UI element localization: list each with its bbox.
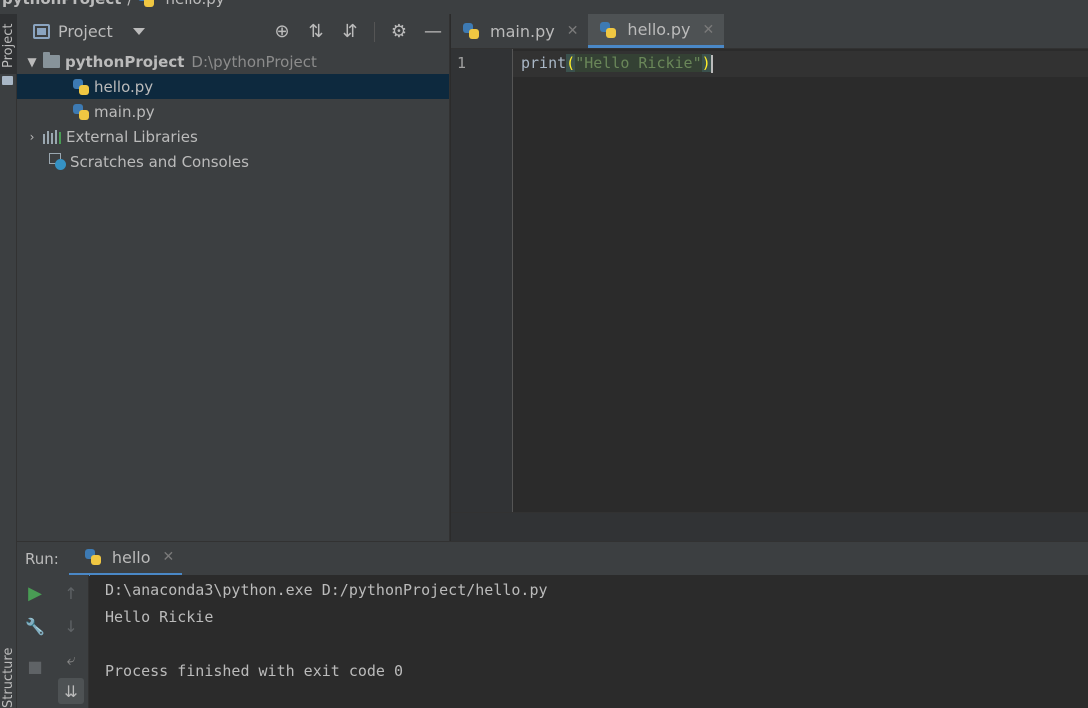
code-function: print xyxy=(521,54,567,72)
python-file-icon xyxy=(600,21,617,38)
project-tree: ▼ pythonProject D:\pythonProject hello.p… xyxy=(17,49,449,174)
tree-item-label: Scratches and Consoles xyxy=(70,152,249,171)
scratches-icon xyxy=(49,153,66,170)
tree-item-external-libraries[interactable]: › External Libraries xyxy=(17,124,449,149)
left-tool-strip: Project Structure xyxy=(0,14,17,708)
project-toolbar: ⊕ ⇅ ⇵ ⚙ — xyxy=(272,14,443,49)
line-gutter: 1 xyxy=(451,49,513,512)
breadcrumb-separator: / xyxy=(127,0,132,8)
rerun-icon[interactable]: ▶ xyxy=(22,580,48,606)
project-window-icon xyxy=(33,24,50,39)
tab-hello-py[interactable]: hello.py ✕ xyxy=(588,14,725,48)
minimize-icon[interactable]: — xyxy=(423,21,443,42)
python-file-icon xyxy=(84,549,101,565)
line-number: 1 xyxy=(457,54,467,72)
breadcrumb-project[interactable]: pythonProject xyxy=(2,0,121,8)
stop-icon[interactable]: ■ xyxy=(22,653,48,679)
python-file-icon xyxy=(73,78,89,95)
soft-wrap-icon[interactable]: ⤶ xyxy=(58,647,84,673)
chevron-right-icon[interactable]: › xyxy=(25,130,39,144)
code-editor[interactable]: 1 print("Hello Rickie") xyxy=(451,49,1088,512)
tree-item-label: External Libraries xyxy=(66,127,198,146)
python-file-icon xyxy=(463,23,479,39)
run-tab-hello[interactable]: hello ✕ xyxy=(68,541,183,576)
close-icon[interactable]: ✕ xyxy=(703,22,715,38)
tree-item-label: main.py xyxy=(94,102,155,121)
folder-icon xyxy=(43,52,60,68)
up-arrow-icon[interactable]: ↑ xyxy=(58,580,84,606)
breadcrumb-file[interactable]: hello.py xyxy=(165,0,224,8)
editor-horizontal-scroll[interactable] xyxy=(451,512,1088,541)
tree-root-pythonproject[interactable]: ▼ pythonProject D:\pythonProject xyxy=(17,49,449,74)
tab-main-py[interactable]: main.py ✕ xyxy=(451,14,588,48)
code-line[interactable]: print("Hello Rickie") xyxy=(521,54,713,73)
expand-all-icon[interactable]: ⇅ xyxy=(306,21,326,42)
navigation-bar: pythonProject / hello.py xyxy=(0,0,1088,14)
run-console[interactable]: D:\anaconda3\python.exe D:/pythonProject… xyxy=(90,575,1088,708)
tool-tab-project-label: Project xyxy=(1,23,16,68)
tree-item-hello-py[interactable]: hello.py xyxy=(17,74,449,99)
run-toolbar: ▶ ↑ 🔧 ↓ ■ ⤶ ⇊ xyxy=(17,575,89,708)
run-label: Run: xyxy=(25,549,59,568)
chevron-down-icon[interactable] xyxy=(132,28,145,35)
project-view-selector[interactable]: Project xyxy=(33,22,145,41)
python-file-icon xyxy=(73,103,89,120)
tab-label: hello.py xyxy=(627,20,691,39)
run-panel-header: Run: hello ✕ xyxy=(17,541,1088,576)
code-string: "Hello Rickie" xyxy=(575,54,702,72)
close-icon[interactable]: ✕ xyxy=(567,23,579,39)
close-icon[interactable]: ✕ xyxy=(163,549,175,565)
tree-root-path: D:\pythonProject xyxy=(191,52,317,71)
wrench-icon[interactable]: 🔧 xyxy=(22,613,48,639)
chevron-down-icon[interactable]: ▼ xyxy=(25,55,39,69)
tree-item-main-py[interactable]: main.py xyxy=(17,99,449,124)
tree-item-scratches[interactable]: Scratches and Consoles xyxy=(17,149,449,174)
down-arrow-icon[interactable]: ↓ xyxy=(58,613,84,639)
folder-icon xyxy=(2,76,13,85)
collapse-all-icon[interactable]: ⇵ xyxy=(340,21,360,42)
tree-item-label: hello.py xyxy=(94,77,154,96)
tool-tab-project[interactable]: Project xyxy=(0,14,17,74)
console-line: Process finished with exit code 0 xyxy=(105,662,404,680)
locate-icon[interactable]: ⊕ xyxy=(272,21,292,42)
code-close-paren: ) xyxy=(701,54,711,72)
toolbar-divider xyxy=(374,21,375,42)
gear-icon[interactable]: ⚙ xyxy=(389,21,409,42)
console-line: Hello Rickie xyxy=(105,608,214,626)
console-line: D:\anaconda3\python.exe D:/pythonProject… xyxy=(105,581,548,599)
tab-label: main.py xyxy=(490,21,555,41)
scroll-to-end-icon[interactable]: ⇊ xyxy=(58,678,84,704)
python-file-icon xyxy=(138,0,155,7)
project-panel-header: Project ⊕ ⇅ ⇵ ⚙ — xyxy=(17,14,449,49)
run-tab-label: hello xyxy=(111,547,151,567)
library-icon xyxy=(43,129,61,144)
tree-root-label: pythonProject xyxy=(65,52,185,71)
project-panel-title: Project xyxy=(58,22,113,41)
code-open-paren: ( xyxy=(566,54,576,72)
tool-tab-structure-label: Structure xyxy=(1,647,16,708)
project-panel: Project ⊕ ⇅ ⇵ ⚙ — ▼ pythonProject D:\pyt… xyxy=(17,14,450,541)
editor-tab-bar: main.py ✕ hello.py ✕ xyxy=(451,14,1088,49)
text-cursor xyxy=(710,54,713,73)
